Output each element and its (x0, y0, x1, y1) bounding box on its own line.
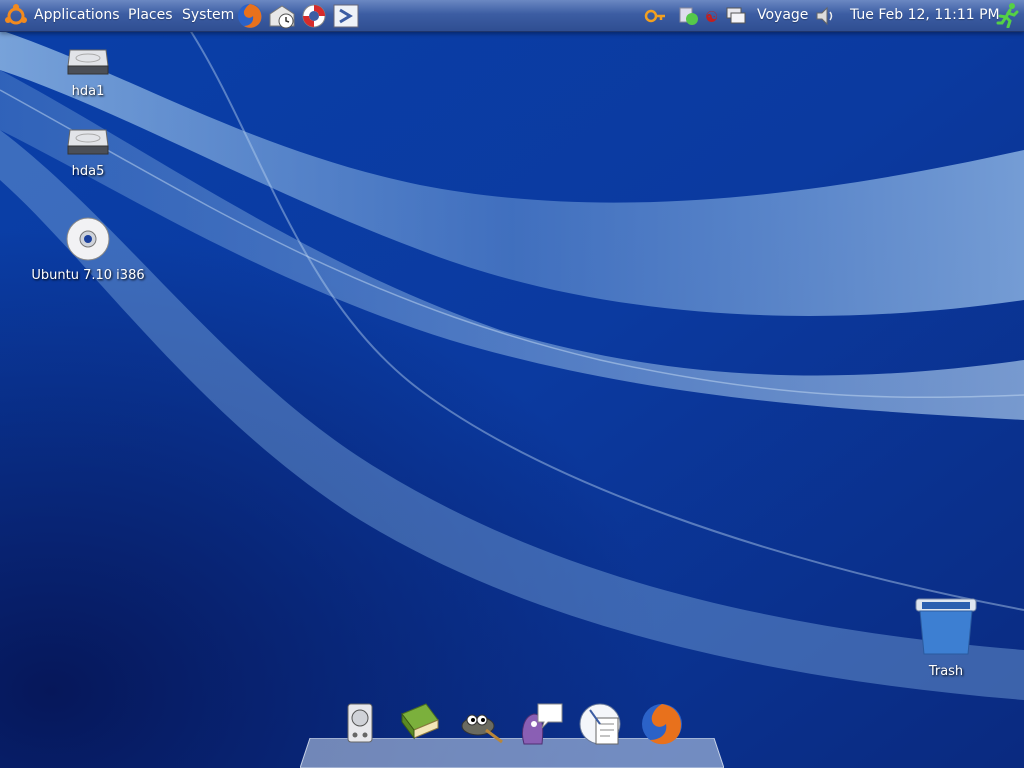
desktop-icon-ubuntu-cd[interactable]: Ubuntu 7.10 i386 (28, 216, 148, 283)
volume-icon[interactable] (814, 5, 836, 27)
top-panel: Applications Places System ☯ Voyage Tue … (0, 0, 1024, 32)
panel-clock[interactable]: Tue Feb 12, 11:11 PM (850, 0, 1000, 31)
system-menu[interactable]: System (182, 0, 234, 31)
drive-icon[interactable] (336, 700, 384, 748)
cdrom-icon (66, 217, 110, 261)
input-method-icon[interactable]: ☯ (702, 5, 724, 27)
trash-icon (915, 598, 977, 655)
clock-document-icon[interactable] (576, 700, 624, 748)
desktop-icon-label: hda1 (71, 84, 105, 99)
desktop-icon-label: Ubuntu 7.10 i386 (31, 268, 145, 283)
desktop-icon-hda1[interactable]: hda1 (60, 42, 116, 99)
desktop-wallpaper (0, 0, 1024, 768)
firefox-icon[interactable] (236, 2, 264, 30)
harddisk-icon (67, 129, 109, 155)
remote-desktop-icon[interactable] (332, 2, 360, 30)
places-menu[interactable]: Places (128, 0, 173, 31)
network-icon[interactable] (724, 5, 746, 27)
gimp-icon[interactable] (456, 700, 504, 748)
svg-text:☯: ☯ (705, 8, 718, 26)
help-lifebuoy-icon[interactable] (300, 2, 328, 30)
books-icon[interactable] (396, 700, 444, 748)
logout-running-man-icon[interactable] (996, 2, 1022, 28)
desktop-icon-hda5[interactable]: hda5 (60, 122, 116, 179)
desktop-icon-label: hda5 (71, 164, 105, 179)
firefox-icon[interactable] (638, 700, 686, 748)
ubuntu-logo-icon[interactable] (4, 4, 28, 28)
user-name[interactable]: Voyage (757, 0, 808, 31)
desktop-icon-label: Trash (928, 664, 964, 679)
desktop-icon-trash[interactable]: Trash (912, 596, 980, 679)
key-exit-icon[interactable] (644, 5, 666, 27)
pidgin-icon[interactable] (516, 700, 564, 748)
notification-icon[interactable] (678, 5, 700, 27)
harddisk-icon (67, 49, 109, 75)
evolution-mail-icon[interactable] (268, 2, 296, 30)
applications-menu[interactable]: Applications (34, 0, 120, 31)
